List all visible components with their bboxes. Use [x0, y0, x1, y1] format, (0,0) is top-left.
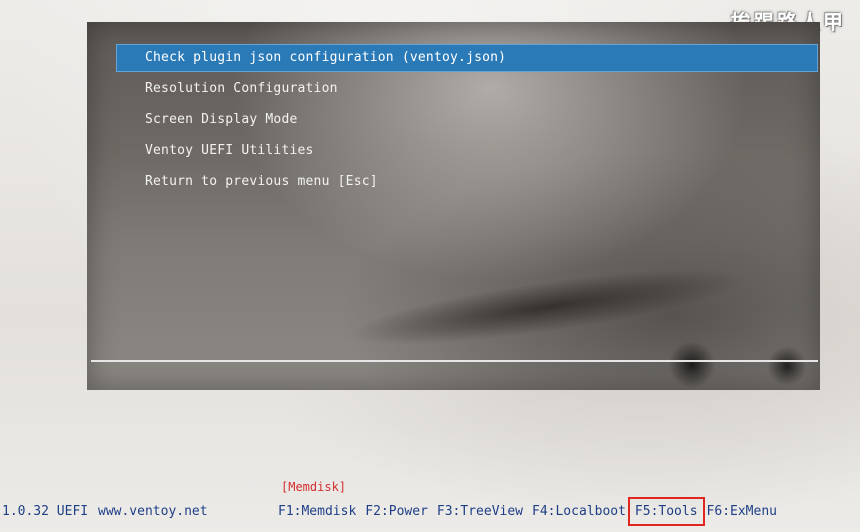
f6-exmenu-key[interactable]: F6:ExMenu — [707, 504, 777, 519]
menu-item-screen-display-mode[interactable]: Screen Display Mode — [116, 106, 818, 134]
menu-item-resolution-configuration[interactable]: Resolution Configuration — [116, 75, 818, 103]
version-label: 1.0.32 UEFI — [2, 504, 89, 519]
f2-power-key[interactable]: F2:Power — [365, 504, 428, 519]
menu-item-return-previous[interactable]: Return to previous menu [Esc] — [116, 168, 818, 196]
f3-treeview-key[interactable]: F3:TreeView — [437, 504, 523, 519]
f5-tools-key[interactable]: F5:Tools — [627, 497, 705, 526]
background-rock — [667, 342, 717, 387]
function-key-bar: F1:Memdisk F2:Power F3:TreeView F4:Localboo… — [278, 497, 786, 526]
boot-menu: Check plugin json configuration (ventoy.… — [116, 44, 818, 199]
website-label: www.ventoy.net — [98, 504, 208, 519]
menu-item-ventoy-uefi-utilities[interactable]: Ventoy UEFI Utilities — [116, 137, 818, 165]
background-rock — [767, 346, 807, 386]
menu-item-check-plugin-json[interactable]: Check plugin json configuration (ventoy.… — [116, 44, 818, 72]
menu-divider — [91, 360, 818, 362]
f4-localboot-key[interactable]: F4:Localboot — [532, 504, 626, 519]
f1-memdisk-key[interactable]: F1:Memdisk — [278, 504, 356, 519]
memdisk-mode-tag: [Memdisk] — [281, 480, 347, 494]
